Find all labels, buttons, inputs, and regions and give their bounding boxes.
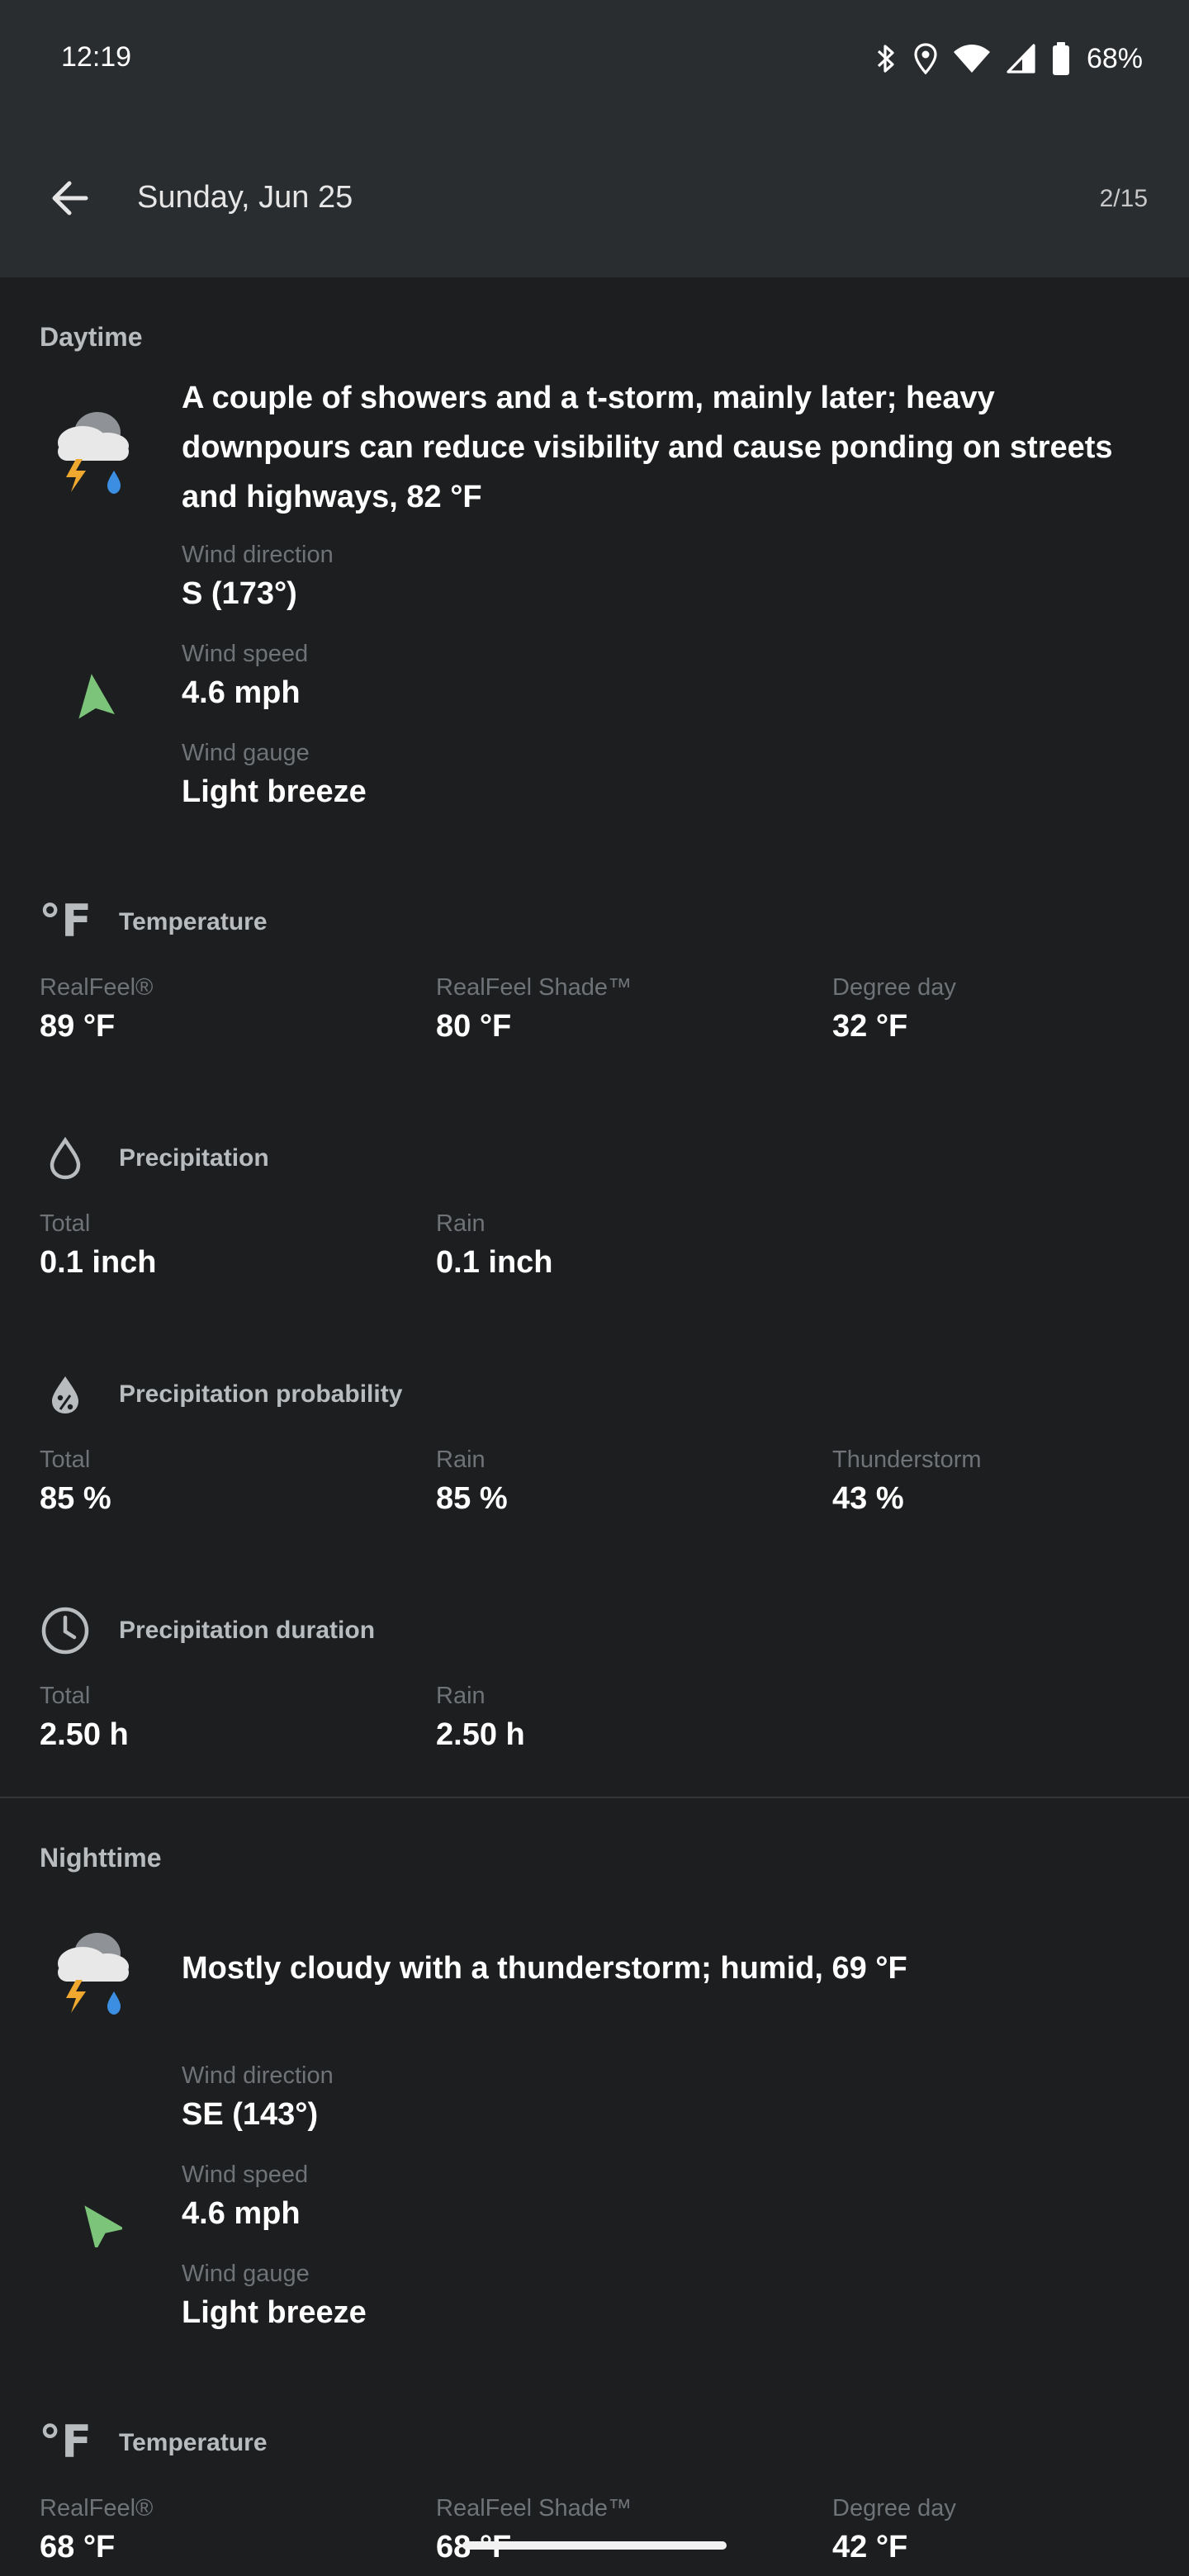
status-icons: 68% <box>874 38 1143 79</box>
dur-rain-label: Rain <box>436 1683 486 1709</box>
precip-total-value: 0.1 inch <box>40 1245 157 1280</box>
prob-rain-label: Rain <box>436 1447 486 1473</box>
nighttime-label: Nighttime <box>40 1843 162 1873</box>
wind-direction-value: S (173°) <box>182 576 297 611</box>
degree-day-value: 42 °F <box>832 2530 908 2564</box>
clock-icon <box>40 1605 91 1656</box>
realfeel-shade-value: 80 °F <box>436 1009 512 1044</box>
drop-percent-icon <box>40 1369 91 1420</box>
location-icon <box>914 43 937 75</box>
nighttime-description: Mostly cloudy with a thunderstorm; humid… <box>182 1951 907 1986</box>
prob-total-value: 85 % <box>40 1481 111 1516</box>
degree-day-value: 32 °F <box>832 1009 908 1044</box>
wind-direction-label: Wind direction <box>182 542 334 568</box>
prob-rain-value: 85 % <box>436 1481 508 1516</box>
wind-direction-label: Wind direction <box>182 2062 334 2089</box>
precip-rain-label: Rain <box>436 1210 486 1237</box>
realfeel-shade-label: RealFeel Shade™ <box>436 2495 632 2522</box>
dur-total-label: Total <box>40 1683 91 1709</box>
realfeel-value: 68 °F <box>40 2530 116 2564</box>
home-indicator[interactable] <box>462 2541 727 2550</box>
realfeel-label: RealFeel® <box>40 2495 154 2522</box>
navigation-arrow-icon <box>78 674 116 719</box>
dur-rain-value: 2.50 h <box>436 1717 525 1752</box>
realfeel-value: 89 °F <box>40 1009 116 1044</box>
navigation-arrow-icon <box>84 2205 122 2247</box>
wind-speed-label: Wind speed <box>182 641 309 667</box>
wind-speed-value: 4.6 mph <box>182 675 301 710</box>
prob-total-label: Total <box>40 1447 91 1473</box>
temperature-title: Temperature <box>119 908 268 935</box>
page-title: Sunday, Jun 25 <box>137 180 353 215</box>
degree-day-label: Degree day <box>832 974 956 1001</box>
wind-gauge-value: Light breeze <box>182 2295 367 2330</box>
realfeel-shade-label: RealFeel Shade™ <box>436 974 632 1001</box>
temperature-title: Temperature <box>119 2429 268 2456</box>
wind-gauge-value: Light breeze <box>182 774 367 809</box>
section-divider <box>0 1797 1189 1798</box>
wifi-icon <box>953 45 990 73</box>
fahrenheit-icon: °F <box>39 2415 92 2468</box>
dur-total-value: 2.50 h <box>40 1717 129 1752</box>
precipitation-title: Precipitation <box>119 1144 269 1172</box>
cell-signal-icon <box>1007 44 1035 73</box>
duration-title: Precipitation duration <box>119 1617 376 1644</box>
back-button[interactable] <box>36 165 102 231</box>
wind-direction-value: SE (143°) <box>182 2097 319 2132</box>
arrow-back-icon <box>52 181 88 215</box>
status-time: 12:19 <box>61 41 132 73</box>
fahrenheit-icon: °F <box>39 894 92 947</box>
bluetooth-icon <box>877 45 894 73</box>
precip-rain-value: 0.1 inch <box>436 1245 553 1280</box>
thunderstorm-rain-icon <box>58 412 129 494</box>
wind-gauge-label: Wind gauge <box>182 740 310 766</box>
probability-title: Precipitation probability <box>119 1380 403 1408</box>
page-indicator: 2/15 <box>1099 185 1148 212</box>
thunderstorm-rain-icon <box>58 1933 129 2015</box>
wind-speed-value: 4.6 mph <box>182 2196 301 2231</box>
degree-day-label: Degree day <box>832 2495 956 2522</box>
daytime-description: A couple of showers and a t-storm, mainl… <box>182 381 1113 514</box>
app-bar: 12:19 68% Sunday, Jun 25 2/15 <box>0 0 1189 277</box>
water-drop-icon <box>40 1133 91 1184</box>
wind-speed-label: Wind speed <box>182 2162 309 2188</box>
daytime-label: Daytime <box>40 322 143 352</box>
prob-thunder-value: 43 % <box>832 1481 904 1516</box>
prob-thunder-label: Thunderstorm <box>832 1447 982 1473</box>
battery-icon <box>1052 42 1069 75</box>
battery-percentage: 68% <box>1086 42 1143 74</box>
wind-gauge-label: Wind gauge <box>182 2261 310 2287</box>
precip-total-label: Total <box>40 1210 91 1237</box>
realfeel-label: RealFeel® <box>40 974 154 1001</box>
